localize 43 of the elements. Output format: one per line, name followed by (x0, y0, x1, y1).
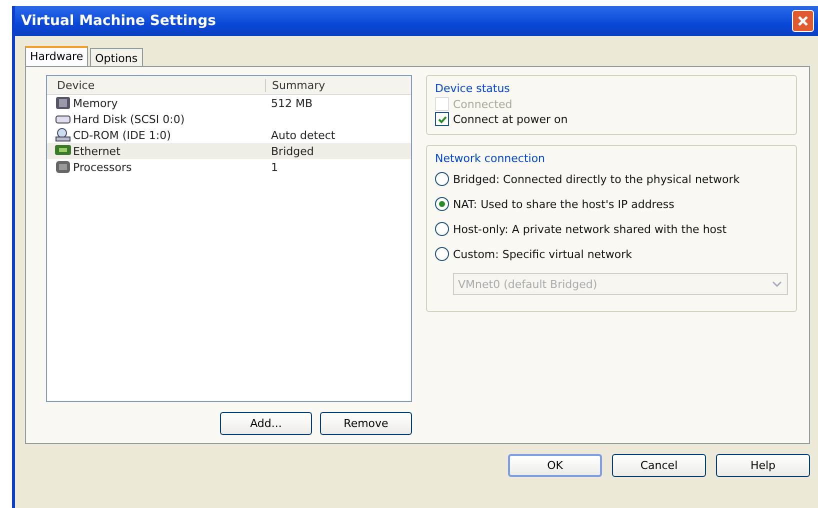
device-name: Hard Disk (SCSI 0:0) (73, 112, 185, 126)
tab[interactable]: Options (90, 48, 143, 67)
group-title: Network connection (435, 152, 546, 165)
radio-label: NAT: Used to share the host's IP address (453, 198, 674, 210)
radio-label: Custom: Specific virtual network (453, 248, 632, 260)
device-row[interactable]: Hard Disk (SCSI 0:0) (47, 111, 411, 127)
dialog-button[interactable]: Cancel (612, 454, 706, 477)
device-summary: Bridged (271, 144, 314, 158)
radio-button[interactable] (435, 172, 449, 186)
close-icon (796, 14, 810, 28)
device-row[interactable]: CD-ROM (IDE 1:0) Auto detect (47, 127, 411, 143)
device-name: Ethernet (73, 144, 120, 158)
device-summary: Auto detect (271, 128, 336, 142)
dialog-button[interactable]: Help (716, 454, 810, 477)
device-name: CD-ROM (IDE 1:0) (73, 128, 171, 142)
checkbox-label: Connect at power on (453, 112, 568, 126)
device-name: Memory (73, 96, 118, 110)
device-name: Processors (73, 160, 132, 174)
tab[interactable]: Hardware (25, 46, 88, 67)
list-button[interactable]: Remove (320, 412, 412, 435)
checkbox-label: Connected (453, 98, 512, 110)
list-button[interactable]: Add... (220, 412, 312, 435)
processor-icon (55, 160, 71, 174)
checkbox[interactable] (435, 112, 449, 126)
column-header[interactable]: Device (47, 78, 265, 92)
device-row[interactable]: Memory 512 MB (47, 95, 411, 111)
dialog-button[interactable]: OK (508, 454, 602, 477)
device-row[interactable]: Processors 1 (47, 159, 411, 175)
column-header[interactable]: Summary (265, 78, 411, 92)
radio-label: Host-only: A private network shared with the host (453, 222, 727, 236)
close-button[interactable] (792, 10, 814, 32)
radio-label: Bridged: Connected directly to the physical network (453, 172, 740, 186)
network-card-icon (55, 144, 71, 158)
memory-icon (55, 96, 71, 110)
cd-drive-icon (55, 128, 71, 142)
group-title: Device status (435, 82, 511, 95)
radio-button[interactable] (435, 222, 449, 236)
window-title: Virtual Machine Settings (21, 13, 216, 29)
radio-button[interactable] (435, 247, 449, 261)
radio-button[interactable] (435, 197, 449, 211)
device-summary: 1 (271, 160, 278, 174)
device-summary: 512 MB (271, 96, 313, 110)
device-row[interactable]: Ethernet Bridged (47, 143, 411, 159)
